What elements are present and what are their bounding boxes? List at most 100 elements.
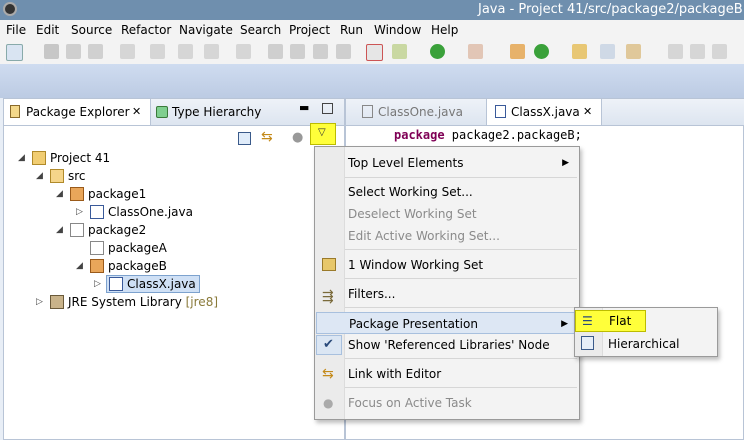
focus-task-icon[interactable]: ● <box>292 130 303 145</box>
back-icon[interactable] <box>178 44 193 59</box>
menu-help[interactable]: Help <box>431 23 458 37</box>
src-label: src <box>68 169 86 183</box>
menu-item-filters[interactable]: ⇶ Filters... <box>315 283 579 305</box>
collapse-arrow-icon[interactable]: ▷ <box>36 293 43 311</box>
tree-item-classx[interactable]: ▷ ClassX.java <box>94 275 200 293</box>
open-type-icon[interactable] <box>150 44 165 59</box>
tab-package-explorer[interactable]: Package Explorer ✕ <box>4 99 151 125</box>
eclipse-app-icon[interactable] <box>3 2 17 16</box>
java-file-icon <box>362 105 373 118</box>
collapse-arrow-icon[interactable]: ▷ <box>76 203 83 221</box>
menu-item-flat-label: Flat <box>609 314 632 328</box>
check-icon: ✔ <box>323 337 334 352</box>
expand-arrow-icon[interactable]: ◢ <box>36 167 43 185</box>
expand-arrow-icon[interactable]: ◢ <box>56 221 63 239</box>
resume-icon[interactable] <box>268 44 283 59</box>
java-file-icon <box>495 105 506 118</box>
menu-search[interactable]: Search <box>240 23 281 37</box>
menu-item-focus-on-active-task[interactable]: ● Focus on Active Task <box>315 392 579 414</box>
expand-arrow-icon[interactable]: ◢ <box>76 257 83 275</box>
step-into-icon[interactable] <box>336 44 351 59</box>
classone-label: ClassOne.java <box>108 205 193 219</box>
tab-classone-java[interactable]: ClassOne.java <box>360 99 480 125</box>
menu-navigate[interactable]: Navigate <box>179 23 233 37</box>
minimize-icon[interactable]: ▬ <box>299 101 309 114</box>
close-tab-icon[interactable]: ✕ <box>583 99 592 125</box>
open-folder-icon[interactable] <box>572 44 587 59</box>
project-icon <box>32 150 46 165</box>
link-with-editor-icon[interactable]: ⇆ <box>261 129 273 145</box>
terminate-icon[interactable] <box>236 44 251 59</box>
java-file-icon <box>109 276 123 291</box>
annotation-icon[interactable] <box>668 44 683 59</box>
menu-edit[interactable]: Edit <box>36 23 59 37</box>
working-set-icon <box>322 258 336 271</box>
run-icon[interactable] <box>430 44 445 59</box>
empty-package-icon <box>70 222 84 237</box>
hierarchical-layout-icon <box>581 336 594 350</box>
search-icon[interactable] <box>600 44 615 59</box>
menu-item-package-presentation[interactable]: Package Presentation ▶ <box>316 312 579 334</box>
menu-item-select-working-set[interactable]: Select Working Set... <box>315 181 579 203</box>
source-folder-icon <box>50 168 64 183</box>
type-hierarchy-icon <box>156 106 168 118</box>
main-toolbar <box>0 40 744 64</box>
prev-annotation-icon[interactable] <box>712 44 727 59</box>
new-java-package-icon[interactable] <box>510 44 525 59</box>
package-icon <box>90 258 104 273</box>
debug-icon[interactable] <box>392 44 407 59</box>
java-file-icon <box>90 204 104 219</box>
submenu-arrow-icon: ▶ <box>562 158 569 168</box>
packageb-label: packageB <box>108 259 167 273</box>
collapse-all-icon[interactable] <box>238 132 251 145</box>
maximize-icon[interactable] <box>322 103 333 114</box>
external-tools-icon[interactable] <box>468 44 483 59</box>
forward-icon[interactable] <box>204 44 219 59</box>
packagea-label: packageA <box>108 241 167 255</box>
new-icon[interactable] <box>6 44 23 61</box>
tab-classx-label: ClassX.java <box>511 105 580 119</box>
flat-layout-icon: ☰ <box>582 314 593 328</box>
view-menu-button[interactable]: ▽ <box>310 123 336 145</box>
menu-source[interactable]: Source <box>71 23 112 37</box>
menu-item-deselect-working-set[interactable]: Deselect Working Set <box>315 203 579 225</box>
save-all-icon[interactable] <box>66 44 81 59</box>
menu-item-show-referenced-libraries[interactable]: ✔ Show 'Referenced Libraries' Node <box>315 334 579 356</box>
save-icon[interactable] <box>44 44 59 59</box>
menu-file[interactable]: File <box>6 23 26 37</box>
next-annotation-icon[interactable] <box>690 44 705 59</box>
menu-item-flat[interactable]: ☰ Flat <box>575 310 646 332</box>
view-menu-dropdown: Top Level Elements ▶ Select Working Set.… <box>314 146 580 420</box>
menu-item-top-level-elements[interactable]: Top Level Elements ▶ <box>315 152 579 174</box>
menu-run[interactable]: Run <box>340 23 363 37</box>
package2-label: package2 <box>88 223 147 237</box>
suspend-icon[interactable] <box>290 44 305 59</box>
menu-item-window-working-set[interactable]: 1 Window Working Set <box>315 254 579 276</box>
expand-arrow-icon[interactable]: ◢ <box>18 149 25 167</box>
close-tab-icon[interactable]: ✕ <box>132 99 141 125</box>
skip-breakpoints-icon[interactable] <box>366 44 383 61</box>
menu-window[interactable]: Window <box>374 23 421 37</box>
code-keyword: package <box>394 128 445 142</box>
tab-classone-label: ClassOne.java <box>378 105 463 119</box>
pen-icon[interactable] <box>626 44 641 59</box>
print-icon[interactable] <box>88 44 103 59</box>
menu-item-hierarchical[interactable]: Hierarchical <box>575 333 717 355</box>
jre-version: [jre8] <box>185 295 219 309</box>
menu-item-edit-active-working-set[interactable]: Edit Active Working Set... <box>315 225 579 247</box>
undo-icon[interactable] <box>120 44 135 59</box>
menu-project[interactable]: Project <box>289 23 330 37</box>
tab-type-hierarchy[interactable]: Type Hierarchy <box>152 99 272 125</box>
perspective-bar <box>0 64 744 98</box>
menu-refactor[interactable]: Refactor <box>121 23 171 37</box>
menu-item-link-with-editor[interactable]: ⇆ Link with Editor <box>315 363 579 385</box>
expand-arrow-icon[interactable]: ◢ <box>56 185 63 203</box>
code-line[interactable]: package package2.packageB; <box>394 128 582 142</box>
new-class-icon[interactable] <box>534 44 549 59</box>
stop-icon[interactable] <box>313 44 328 59</box>
tab-classx-java[interactable]: ClassX.java ✕ <box>486 99 602 125</box>
window-title: Java - Project 41/src/package2/packageB <box>478 2 743 17</box>
collapse-arrow-icon[interactable]: ▷ <box>94 275 101 293</box>
link-with-editor-icon: ⇆ <box>322 366 334 382</box>
library-icon <box>50 294 64 309</box>
